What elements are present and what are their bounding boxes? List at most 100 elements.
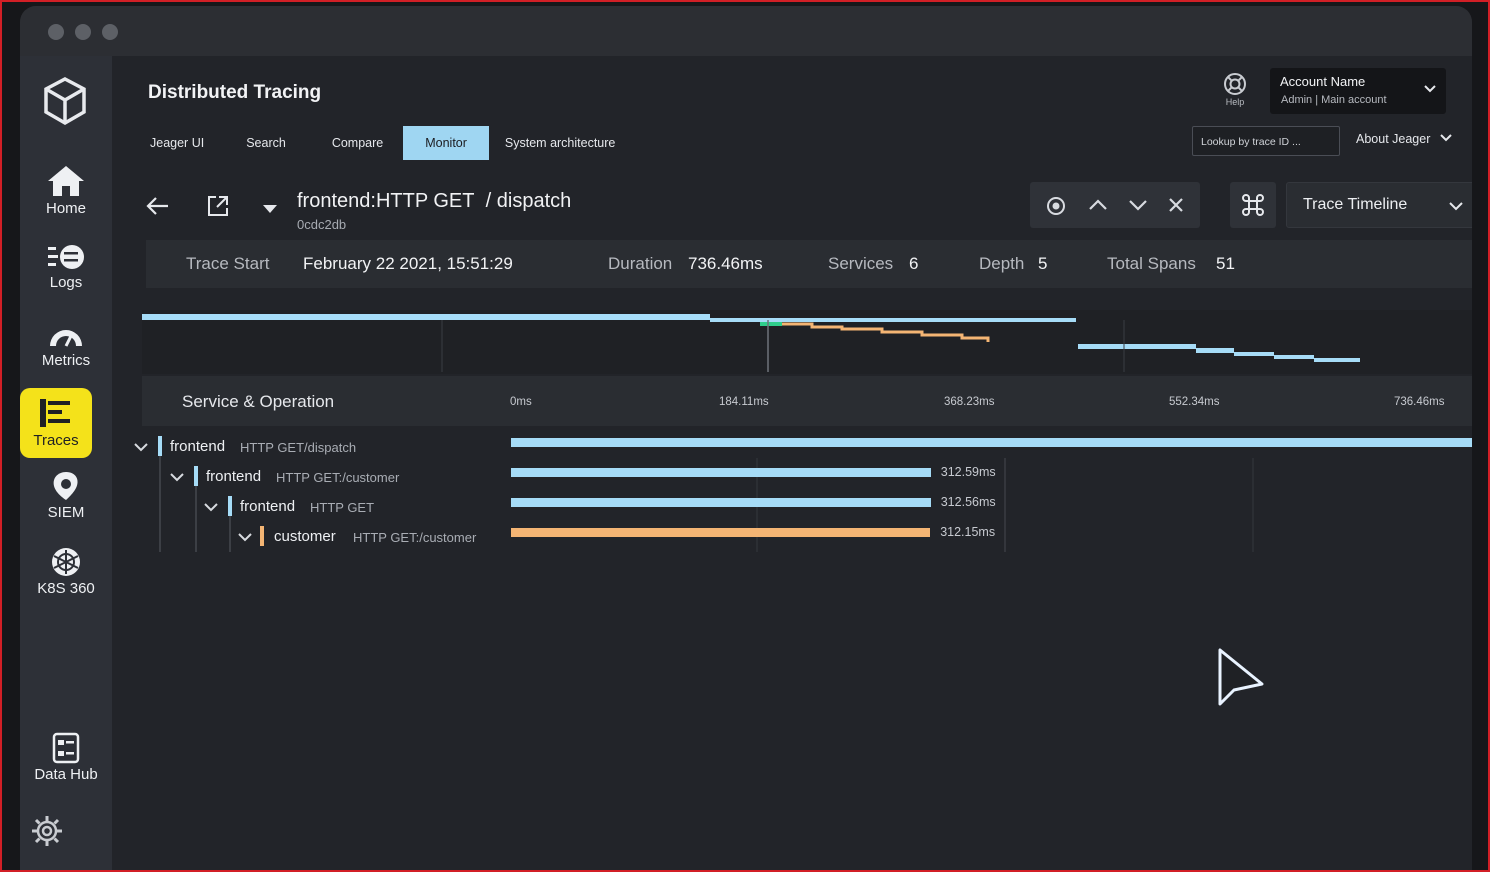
sidebar: Home Logs Metrics Traces SIEM K8S 360 Da… <box>20 56 112 870</box>
top-nav: Jeager UI Search Compare Monitor System … <box>134 126 631 160</box>
services-value: 6 <box>909 254 919 273</box>
close-icon[interactable] <box>1168 197 1184 213</box>
sidebar-item-data-hub[interactable]: Data Hub <box>20 732 112 783</box>
timeline-tick: 736.46ms <box>1394 396 1445 408</box>
timeline-header: Service & Operation 0ms 184.11ms 368.23m… <box>142 376 1472 426</box>
chevron-up-icon[interactable] <box>1088 197 1108 213</box>
duration-value: 736.46ms <box>688 254 763 273</box>
span-operation-name[interactable]: HTTP GET <box>310 500 374 515</box>
home-icon <box>48 166 84 196</box>
help-button[interactable]: Help <box>1217 72 1253 107</box>
main-panel: Distributed Tracing Jeager UI Search Com… <box>112 56 1472 870</box>
open-external-icon[interactable] <box>206 194 230 218</box>
settings-gear-icon[interactable] <box>30 814 64 848</box>
about-jaeger-label: About Jeager <box>1356 132 1431 146</box>
window-minimize-dot[interactable] <box>75 24 91 40</box>
span-bar[interactable] <box>511 468 931 477</box>
span-operation-name[interactable]: HTTP GET/dispatch <box>240 440 356 455</box>
help-icon <box>1224 73 1246 95</box>
services-label: Services <box>828 254 894 273</box>
command-key-icon <box>1242 194 1264 216</box>
service-color-marker <box>228 496 232 516</box>
sidebar-item-home[interactable]: Home <box>20 164 112 217</box>
trace-service-op: frontend:HTTP GET <box>297 190 475 212</box>
timeline-tick: 552.34ms <box>1169 396 1220 408</box>
collapse-chevron-icon[interactable] <box>170 472 184 482</box>
sidebar-item-metrics[interactable]: Metrics <box>20 320 112 369</box>
total-spans-label: Total Spans <box>1107 254 1196 273</box>
collapse-chevron-icon[interactable] <box>238 532 252 542</box>
title-bar <box>20 6 1472 56</box>
trace-id-lookup-input[interactable]: Lookup by trace ID ... <box>1192 126 1340 156</box>
span-duration-label: 312.15ms <box>940 525 996 539</box>
data-hub-icon <box>52 732 80 764</box>
span-service-name[interactable]: frontend <box>170 438 225 455</box>
tab-monitor[interactable]: Monitor <box>403 126 489 160</box>
sidebar-item-siem[interactable]: SIEM <box>20 470 112 521</box>
account-menu[interactable]: Account Name Admin | Main account <box>1270 68 1446 114</box>
window-maximize-dot[interactable] <box>102 24 118 40</box>
collapse-chevron-icon[interactable] <box>134 442 148 452</box>
mouse-pointer-icon <box>1218 648 1264 706</box>
logs-icon <box>48 245 84 269</box>
account-name: Account Name <box>1280 74 1366 89</box>
sidebar-item-label: Home <box>45 200 86 217</box>
span-operation-name[interactable]: HTTP GET:/customer <box>276 470 399 485</box>
service-operation-header: Service & Operation <box>182 392 335 411</box>
span-list: frontend HTTP GET/dispatch frontend HTTP… <box>112 428 1472 558</box>
help-label: Help <box>1225 97 1245 107</box>
trace-stats-bar: Trace Start February 22 2021, 15:51:29 D… <box>146 240 1472 288</box>
caret-down-icon[interactable] <box>262 204 278 214</box>
span-service-name[interactable]: customer <box>274 528 336 545</box>
depth-value: 5 <box>1038 254 1048 273</box>
view-mode-select[interactable]: Trace Timeline <box>1286 182 1472 228</box>
locate-icon[interactable] <box>1044 194 1068 218</box>
back-arrow-icon[interactable] <box>146 196 170 216</box>
span-service-name[interactable]: frontend <box>206 468 261 485</box>
window-close-dot[interactable] <box>48 24 64 40</box>
service-color-marker <box>260 526 264 546</box>
sidebar-item-label: Metrics <box>41 352 91 369</box>
trace-start-value: February 22 2021, 15:51:29 <box>303 254 513 273</box>
sidebar-item-k8s-360[interactable]: K8S 360 <box>20 546 112 597</box>
span-operation-name[interactable]: HTTP GET:/customer <box>353 530 476 545</box>
duration-label: Duration <box>608 254 673 273</box>
logo-icon <box>44 77 86 126</box>
sidebar-item-label: Logs <box>49 274 83 291</box>
sidebar-item-logs[interactable]: Logs <box>20 242 112 291</box>
sidebar-item-label: Traces <box>33 432 79 449</box>
service-color-marker <box>194 466 198 486</box>
span-duration-label: 312.56ms <box>940 495 996 509</box>
total-spans-value: 51 <box>1216 254 1235 273</box>
chevron-down-icon <box>1424 85 1436 93</box>
app-window: Home Logs Metrics Traces SIEM K8S 360 Da… <box>20 6 1472 870</box>
collapse-chevron-icon[interactable] <box>204 502 218 512</box>
tab-compare[interactable]: Compare <box>312 126 403 160</box>
tab-jaeger-ui[interactable]: Jeager UI <box>134 126 220 160</box>
tab-system-architecture[interactable]: System architecture <box>489 126 631 160</box>
keyboard-shortcuts-button[interactable] <box>1230 182 1276 228</box>
chevron-down-icon <box>1440 134 1452 142</box>
sidebar-item-traces[interactable]: Traces <box>20 388 92 458</box>
sidebar-item-label: Data Hub <box>34 766 98 783</box>
k8s-icon <box>52 548 80 576</box>
trace-search-controls <box>1030 182 1200 228</box>
about-jaeger-menu[interactable]: About Jeager <box>1356 132 1452 146</box>
timeline-tick: 368.23ms <box>944 396 995 408</box>
page-title: Distributed Tracing <box>148 82 322 103</box>
tab-search[interactable]: Search <box>220 126 312 160</box>
screen-frame: Home Logs Metrics Traces SIEM K8S 360 Da… <box>0 0 1490 872</box>
trace-id: 0cdc2db <box>297 217 347 232</box>
siem-icon <box>53 472 78 500</box>
traces-icon <box>40 399 70 427</box>
chevron-down-icon[interactable] <box>1128 197 1148 213</box>
trace-start-label: Trace Start <box>186 254 270 273</box>
span-service-name[interactable]: frontend <box>240 498 295 515</box>
depth-label: Depth <box>979 254 1025 273</box>
span-bar[interactable] <box>511 528 931 537</box>
span-duration-label: 312.59ms <box>940 465 996 479</box>
span-bar[interactable] <box>511 498 931 507</box>
trace-minimap[interactable] <box>142 310 1472 374</box>
span-bar[interactable] <box>511 438 1472 447</box>
sidebar-item-label: K8S 360 <box>37 580 95 597</box>
